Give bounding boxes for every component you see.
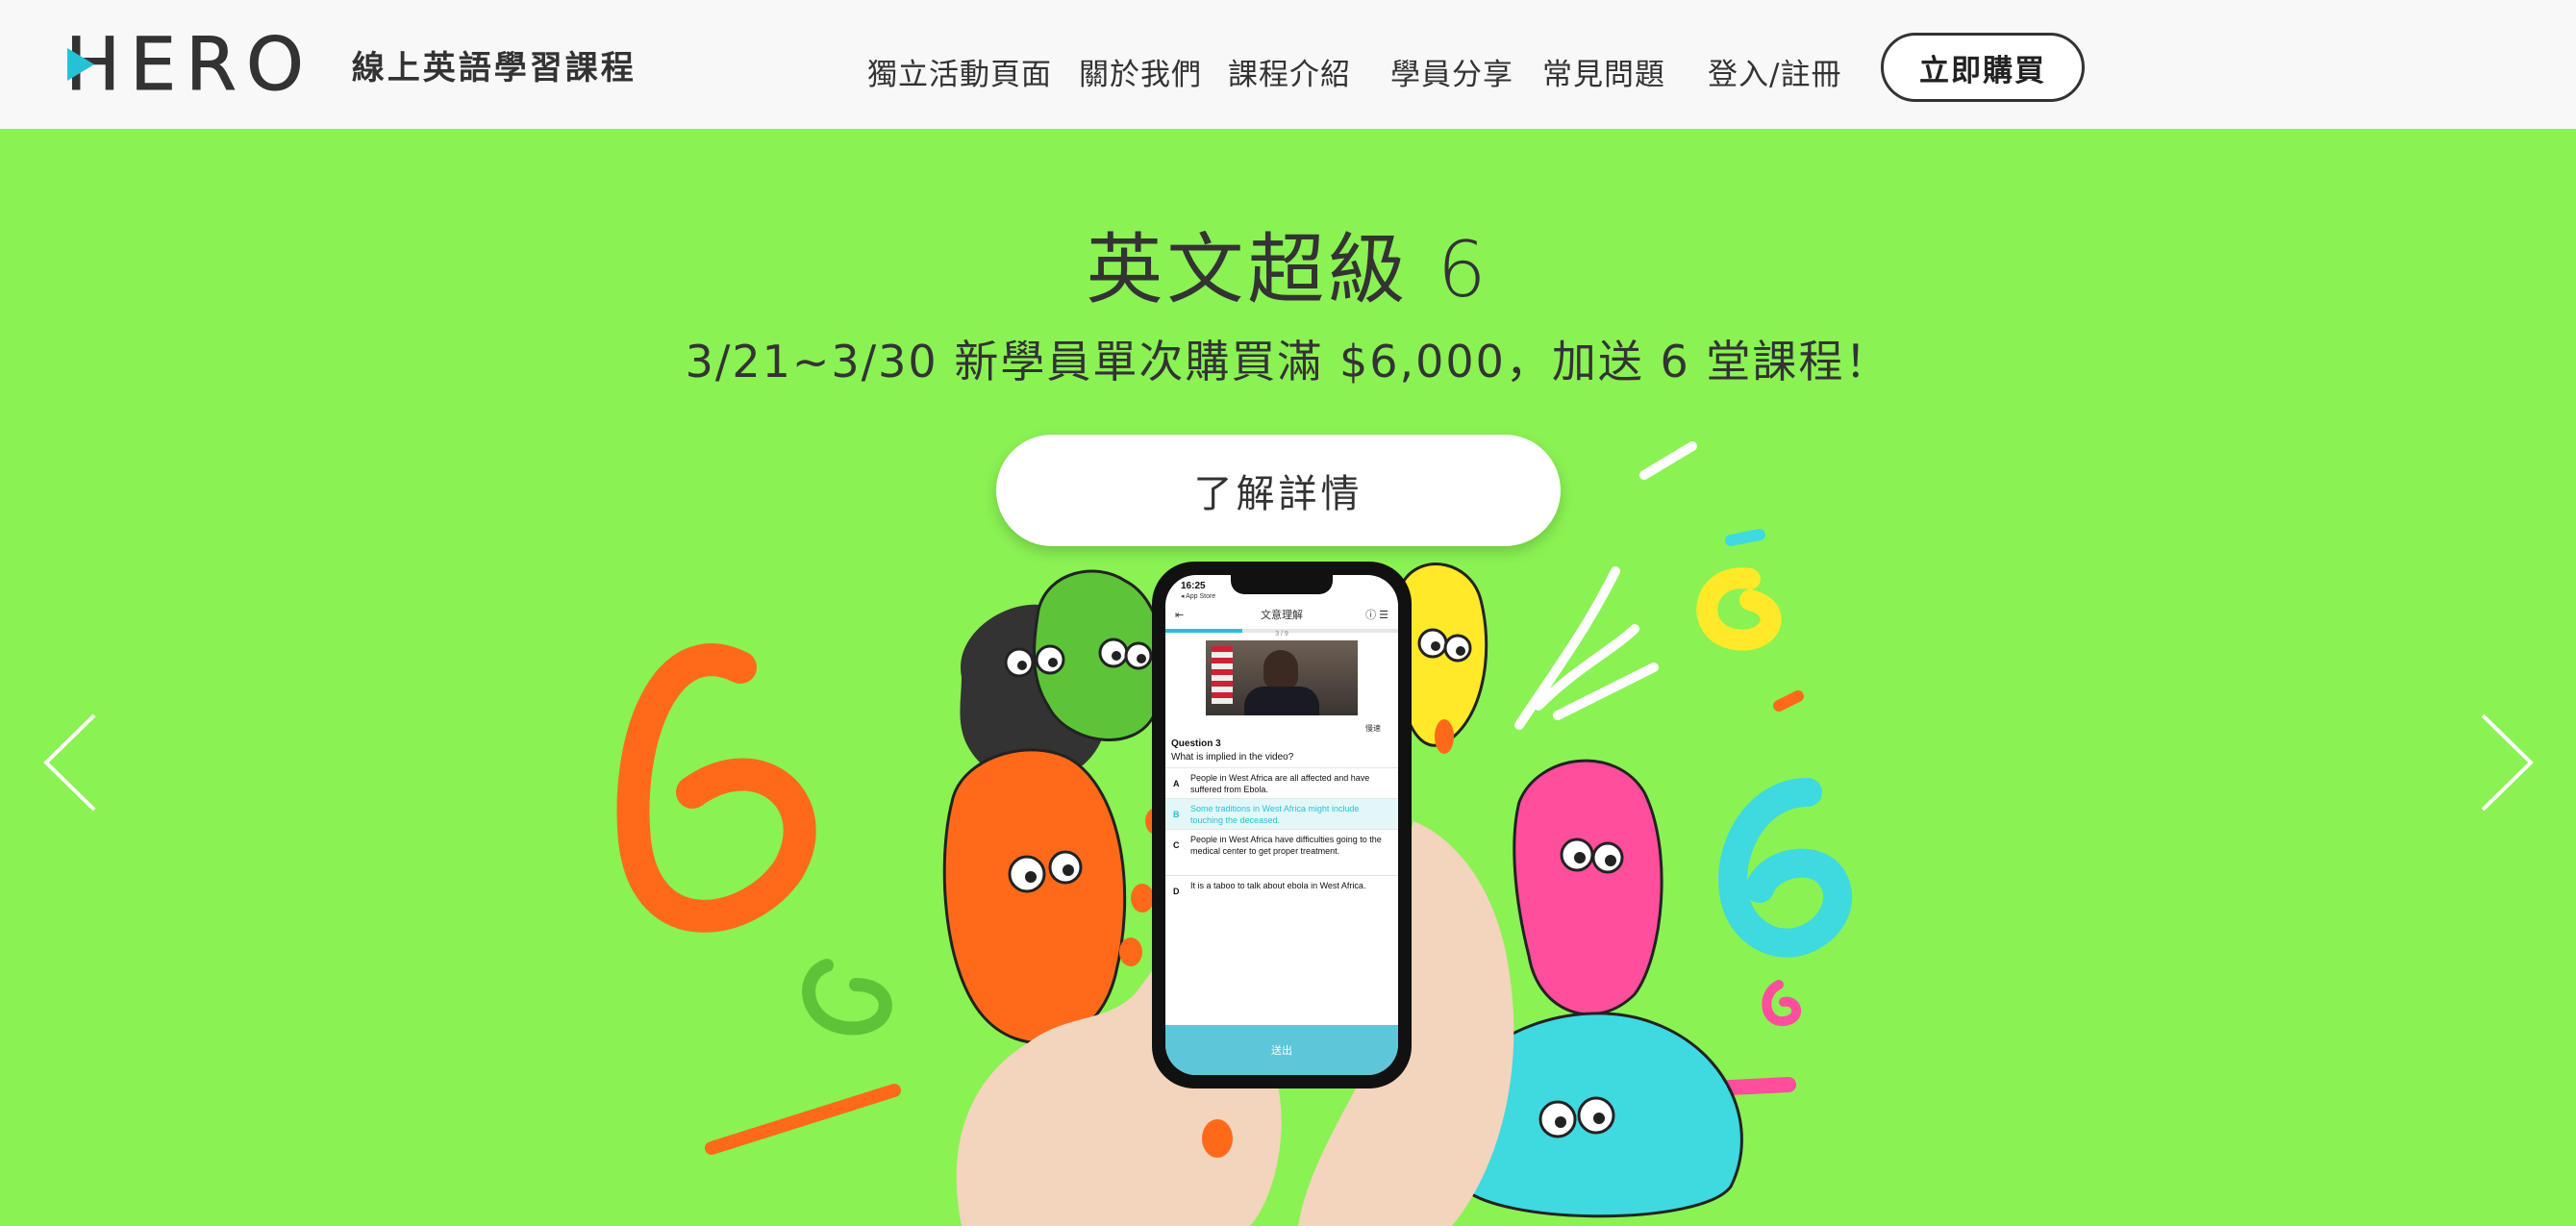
yellow-six-doodle (1696, 567, 1782, 651)
nav-item-faq[interactable]: 常見問題 (1542, 50, 1665, 93)
orange-stroke-doodle (705, 1084, 901, 1155)
video-speaker-body (1244, 687, 1319, 715)
option-text: People in West Africa have difficulties … (1190, 835, 1382, 856)
phone-mockup: 16:25 ◂ App Store ⇤ 文意理解 ⓘ ☰ 3 / 9 慢速 Qu… (1152, 562, 1412, 1088)
carousel-next-button[interactable] (2471, 710, 2538, 815)
video-speaker-head (1263, 650, 1298, 690)
option-key: D (1173, 887, 1180, 896)
exit-icon[interactable]: ⇤ (1175, 609, 1184, 621)
orange-monster (942, 748, 1127, 1044)
chevron-left-icon (43, 713, 96, 812)
screen-title: 文意理解 (1261, 610, 1303, 621)
answer-option-c[interactable]: C People in West Africa have difficultie… (1165, 829, 1398, 861)
answer-option-a[interactable]: A People in West Africa are all affected… (1165, 767, 1398, 799)
cyan-dash-doodle (1725, 529, 1765, 546)
cyan-six-doodle (1718, 778, 1853, 958)
phone-screen: 16:25 ◂ App Store ⇤ 文意理解 ⓘ ☰ 3 / 9 慢速 Qu… (1165, 575, 1398, 1075)
option-text: It is a taboo to talk about ebola in Wes… (1190, 881, 1366, 890)
app-bar: ⇤ 文意理解 ⓘ ☰ (1165, 602, 1398, 627)
chevron-right-icon (2481, 713, 2534, 812)
phone-notch (1231, 575, 1333, 594)
status-time: 16:25 (1181, 581, 1206, 591)
option-key: B (1173, 810, 1180, 819)
option-text: People in West Africa are all affected a… (1190, 773, 1370, 794)
question-title: Question 3 (1171, 738, 1221, 749)
video-flag (1212, 646, 1233, 704)
orange-six-doodle (616, 643, 816, 933)
option-key: C (1173, 840, 1180, 850)
status-carrier: ◂ App Store (1181, 593, 1216, 600)
learn-more-button[interactable]: 了解詳情 (996, 435, 1561, 546)
option-key: A (1173, 779, 1180, 788)
site-header: HERO 線上英語學習課程 獨立活動頁面 關於我們 課程介紹 學員分享 常見問題… (0, 0, 2576, 129)
orange-dash-doodle (1773, 690, 1804, 712)
hero-logo[interactable]: HERO 線上英語學習課程 (65, 21, 637, 107)
green-six-doodle (802, 959, 892, 1036)
carousel-prev-button[interactable] (38, 710, 106, 815)
help-icon[interactable]: ⓘ ☰ (1365, 607, 1388, 622)
option-text: Some traditions in West Africa might inc… (1190, 804, 1360, 825)
question-text: What is implied in the video? (1171, 752, 1294, 763)
nav-item-courses[interactable]: 課程介紹 (1228, 50, 1351, 93)
nav-item-testimonials[interactable]: 學員分享 (1390, 50, 1513, 93)
speed-toggle[interactable]: 慢速 (1365, 723, 1381, 734)
video-player[interactable] (1206, 640, 1358, 715)
nav-item-event-page[interactable]: 獨立活動頁面 (867, 50, 1052, 93)
logo-subtitle: 線上英語學習課程 (351, 48, 637, 88)
pink-six-doodle (1762, 980, 1802, 1026)
buy-now-button[interactable]: 立即購買 (1881, 33, 2085, 102)
logo-wordmark: HERO (65, 21, 313, 107)
banner-title: 英文超級 6 (1086, 225, 1490, 314)
pink-monster (1513, 759, 1663, 1016)
quiz-progress-text: 3 / 9 (1275, 631, 1288, 638)
nav-item-about-us[interactable]: 關於我們 (1079, 50, 1202, 93)
answer-option-b[interactable]: B Some traditions in West Africa might i… (1165, 798, 1398, 830)
submit-button[interactable]: 送出 (1165, 1025, 1398, 1075)
answer-option-d[interactable]: D It is a taboo to talk about ebola in W… (1165, 875, 1398, 896)
banner-subtitle: 3/21~3/30 新學員單次購買滿 $6,000，加送 6 堂課程！ (685, 336, 1891, 388)
nav-item-login-register[interactable]: 登入/註冊 (1708, 50, 1841, 93)
play-triangle-icon (67, 48, 94, 81)
hero-banner: 英文超級 6 3/21~3/30 新學員單次購買滿 $6,000，加送 6 堂課… (0, 129, 2576, 1226)
